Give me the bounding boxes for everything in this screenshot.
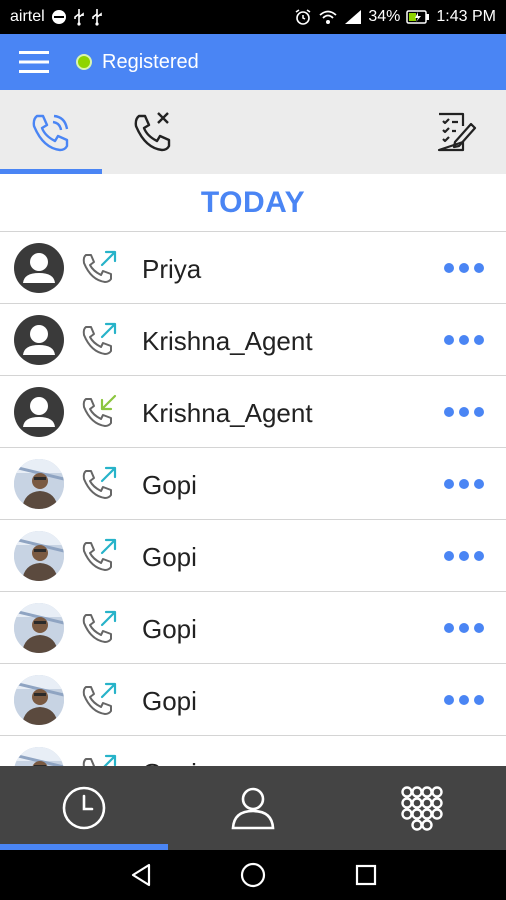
- registration-status-label: Registered: [102, 50, 199, 73]
- call-log-row[interactable]: Gopi: [0, 664, 506, 736]
- contact-name: Priya: [142, 254, 202, 284]
- call-log-row[interactable]: Priya: [0, 232, 506, 304]
- recents-square-icon: [355, 864, 377, 886]
- incoming-call-icon: [78, 392, 118, 432]
- contact-name: Gopi: [142, 542, 197, 572]
- battery-charging-icon: [406, 10, 430, 24]
- hamburger-menu-icon: [19, 51, 49, 73]
- usb-icon: [91, 8, 103, 26]
- contact-name: Krishna_Agent: [142, 326, 313, 356]
- more-options-icon[interactable]: [444, 690, 484, 710]
- contact-photo-avatar: [14, 675, 64, 725]
- contact-photo-avatar: [14, 603, 64, 653]
- outgoing-call-icon: [78, 680, 118, 720]
- signal-icon: [344, 9, 362, 25]
- more-options-icon[interactable]: [444, 546, 484, 566]
- missed-call-icon: [134, 112, 171, 152]
- status-bar: airtel 34% 1:43 PM: [0, 0, 506, 34]
- more-options-icon[interactable]: [444, 474, 484, 494]
- section-title: TODAY: [200, 185, 306, 219]
- usb-icon: [73, 8, 85, 26]
- more-options-icon[interactable]: [444, 402, 484, 422]
- system-recents-button[interactable]: [336, 850, 396, 900]
- call-log-screen: airtel 34% 1:43 PM Registered TODAY Priy…: [0, 0, 506, 900]
- tab-edit-log[interactable]: [404, 90, 506, 174]
- call-filter-tabs: [0, 90, 506, 174]
- call-log-row[interactable]: Gopi: [0, 592, 506, 664]
- contact-name: Gopi: [142, 758, 197, 766]
- more-options-icon[interactable]: [444, 330, 484, 350]
- dialpad-icon: [401, 786, 443, 831]
- clock-icon: [62, 786, 106, 830]
- contact-name: Gopi: [142, 614, 197, 644]
- contact-photo-avatar: [14, 531, 64, 581]
- call-log-row[interactable]: Gopi: [0, 736, 506, 766]
- default-avatar-icon: [14, 387, 64, 437]
- tab-missed-calls[interactable]: [102, 90, 204, 174]
- system-home-button[interactable]: [223, 850, 283, 900]
- outgoing-call-icon: [78, 752, 118, 766]
- home-circle-icon: [240, 862, 266, 888]
- default-avatar-icon: [14, 315, 64, 365]
- outgoing-call-icon: [78, 536, 118, 576]
- battery-percent: 34%: [368, 8, 401, 25]
- person-icon: [231, 787, 275, 830]
- system-back-button[interactable]: [111, 850, 171, 900]
- tab-all-calls[interactable]: [0, 90, 102, 174]
- outgoing-call-icon: [78, 248, 118, 288]
- carrier-label: airtel: [10, 8, 45, 25]
- app-bar: Registered: [0, 34, 506, 90]
- contact-name: Gopi: [142, 470, 197, 500]
- call-log-row[interactable]: Gopi: [0, 520, 506, 592]
- nav-dialpad[interactable]: [338, 766, 506, 850]
- registration-status-dot: [76, 54, 92, 70]
- call-log-row[interactable]: Gopi: [0, 448, 506, 520]
- default-avatar-icon: [14, 243, 64, 293]
- contact-photo-avatar: [14, 747, 64, 766]
- contact-name: Krishna_Agent: [142, 398, 313, 428]
- nav-contacts[interactable]: [169, 766, 337, 850]
- checklist-edit-icon: [437, 112, 477, 152]
- outgoing-call-icon: [78, 320, 118, 360]
- contact-name: Gopi: [142, 686, 197, 716]
- nav-recents[interactable]: [0, 766, 168, 850]
- menu-button[interactable]: [0, 34, 68, 90]
- phone-call-icon: [32, 114, 69, 152]
- call-log-row[interactable]: Krishna_Agent: [0, 304, 506, 376]
- bottom-navigation: [0, 766, 506, 850]
- date-section-header: TODAY: [0, 174, 506, 232]
- call-log-list[interactable]: Priya Krishna_Agent Krishna_Agent Gopi Gopi G…: [0, 232, 506, 766]
- notification-icon: [51, 9, 67, 25]
- contact-photo-avatar: [14, 459, 64, 509]
- wifi-icon: [318, 9, 338, 25]
- call-log-row[interactable]: Krishna_Agent: [0, 376, 506, 448]
- more-options-icon[interactable]: [444, 258, 484, 278]
- clock-time: 1:43 PM: [436, 8, 496, 25]
- outgoing-call-icon: [78, 608, 118, 648]
- more-options-icon[interactable]: [444, 618, 484, 638]
- back-triangle-icon: [131, 863, 151, 887]
- alarm-icon: [294, 8, 312, 26]
- system-navigation-bar: [0, 850, 506, 900]
- outgoing-call-icon: [78, 464, 118, 504]
